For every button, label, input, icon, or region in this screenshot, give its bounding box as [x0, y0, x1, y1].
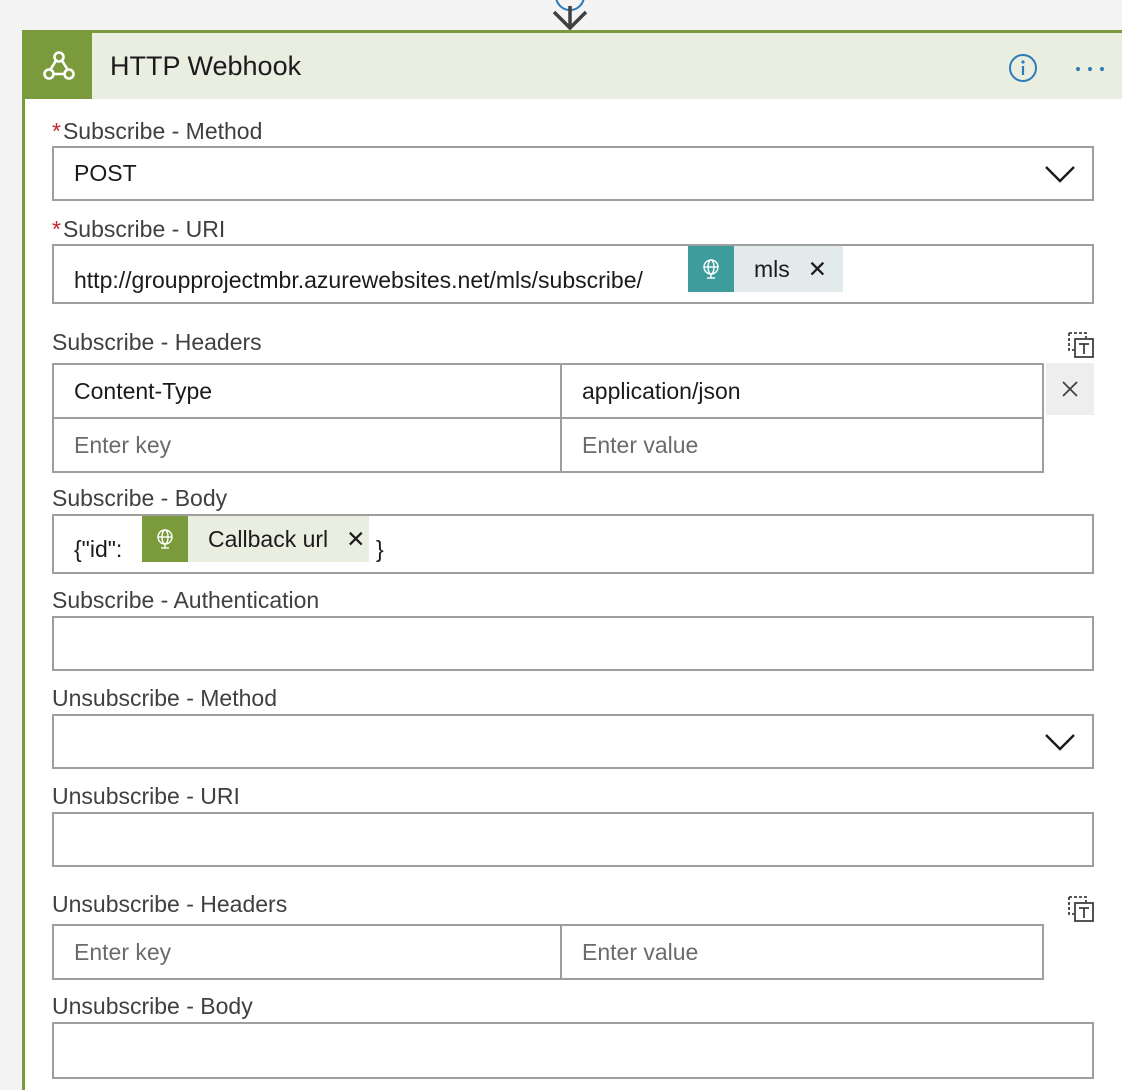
subscribe-headers-label: Subscribe - Headers [52, 329, 262, 355]
info-icon[interactable] [1008, 53, 1038, 83]
unsubscribe-headers-label: Unsubscribe - Headers [52, 891, 288, 917]
card-title: HTTP Webhook [110, 51, 302, 81]
mls-token[interactable]: mls ✕ [688, 246, 844, 292]
subscribe-uri-label: *Subscribe - URI [52, 216, 226, 242]
ellipsis-icon[interactable] [1072, 53, 1108, 83]
header-value-input[interactable]: Enter value [562, 419, 1042, 471]
body-suffix-text: } [376, 536, 384, 562]
header-key-input[interactable]: Enter key [54, 926, 562, 978]
subscribe-uri-value: http://groupprojectmbr.azurewebsites.net… [74, 267, 643, 293]
subscribe-method-value: POST [74, 160, 137, 186]
flow-connector-arrow-icon [552, 0, 588, 31]
subscribe-body-label: Subscribe - Body [52, 485, 228, 511]
text-mode-icon[interactable] [1066, 330, 1096, 360]
webhook-icon [25, 33, 92, 99]
card-header[interactable]: HTTP Webhook [25, 33, 1122, 99]
unsubscribe-uri-input[interactable] [52, 812, 1094, 867]
remove-header-button[interactable] [1046, 363, 1094, 415]
subscribe-headers-table: Content-Type application/json Enter key … [52, 363, 1044, 473]
globe-icon [142, 516, 188, 562]
header-key-input[interactable]: Enter key [54, 419, 562, 471]
required-marker: * [52, 216, 61, 242]
globe-icon [688, 246, 734, 292]
subscribe-method-dropdown[interactable]: POST [52, 146, 1094, 201]
header-row: Content-Type application/json [54, 365, 1042, 417]
remove-token-icon[interactable]: ✕ [802, 246, 843, 292]
subscribe-method-label: *Subscribe - Method [52, 118, 263, 144]
unsubscribe-uri-label: Unsubscribe - URI [52, 783, 240, 809]
chevron-down-icon[interactable] [1044, 164, 1076, 184]
token-label: mls [754, 255, 790, 282]
remove-token-icon[interactable]: ✕ [340, 516, 369, 562]
token-label: Callback url [208, 525, 329, 552]
unsubscribe-body-input[interactable] [52, 1022, 1094, 1079]
unsubscribe-body-label: Unsubscribe - Body [52, 993, 253, 1019]
header-row: Enter key Enter value [54, 926, 1042, 978]
chevron-down-icon[interactable] [1044, 732, 1076, 752]
required-marker: * [52, 118, 61, 144]
body-prefix-text: {"id": [74, 536, 123, 562]
header-key-input[interactable]: Content-Type [54, 365, 562, 417]
header-row: Enter key Enter value [54, 417, 1042, 471]
subscribe-uri-input[interactable]: http://groupprojectmbr.azurewebsites.net… [52, 244, 1094, 304]
unsubscribe-method-label: Unsubscribe - Method [52, 685, 277, 711]
http-webhook-card: HTTP Webhook *Subscribe - Method POST *S… [22, 30, 1122, 1090]
header-value-input[interactable]: application/json [562, 365, 1042, 417]
subscribe-authentication-label: Subscribe - Authentication [52, 587, 320, 613]
callback-url-token[interactable]: Callback url ✕ [142, 516, 370, 562]
text-mode-icon[interactable] [1066, 894, 1096, 924]
subscribe-authentication-input[interactable] [52, 616, 1094, 671]
unsubscribe-method-dropdown[interactable] [52, 714, 1094, 769]
unsubscribe-headers-table: Enter key Enter value [52, 924, 1044, 980]
subscribe-body-input[interactable]: {"id": Callback url ✕ } [52, 514, 1094, 574]
close-icon [1062, 381, 1078, 397]
header-value-input[interactable]: Enter value [562, 926, 1042, 978]
